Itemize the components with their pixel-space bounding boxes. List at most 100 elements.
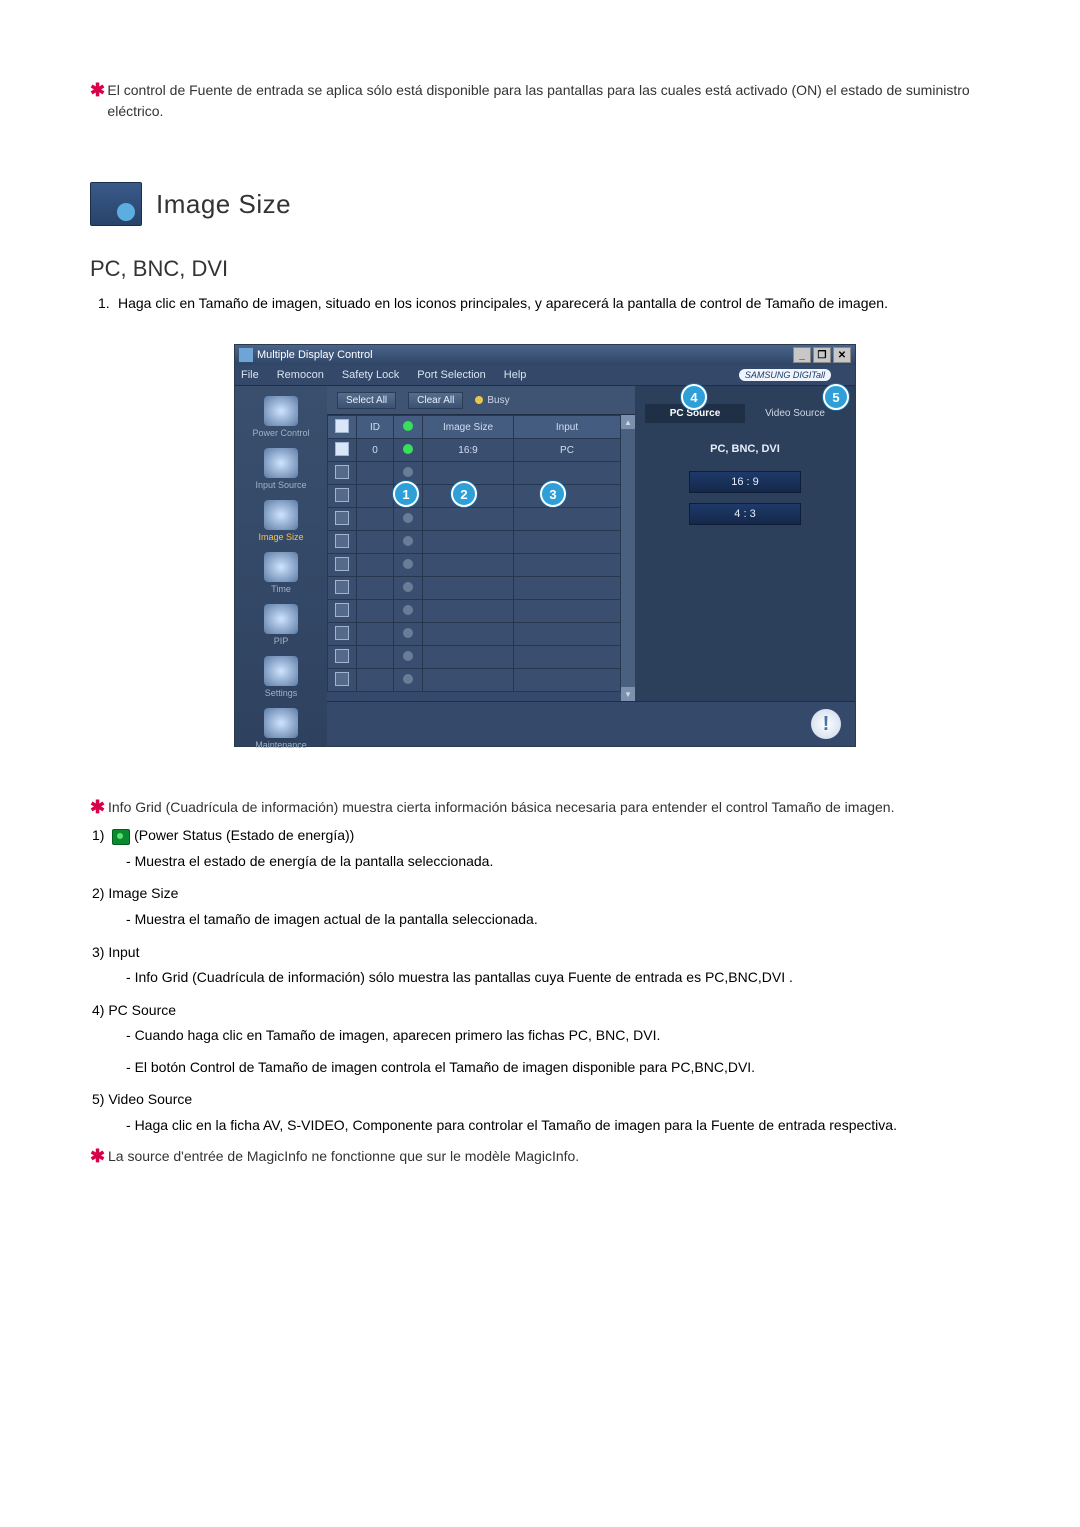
cell-size bbox=[423, 554, 514, 577]
scroll-thumb[interactable] bbox=[621, 429, 635, 687]
section-title: Image Size bbox=[156, 189, 291, 220]
table-row[interactable] bbox=[328, 531, 621, 554]
col-image-size[interactable]: Image Size bbox=[423, 416, 514, 439]
table-row[interactable] bbox=[328, 462, 621, 485]
menu-help[interactable]: Help bbox=[504, 369, 527, 381]
table-row[interactable] bbox=[328, 577, 621, 600]
scroll-down-icon[interactable]: ▼ bbox=[621, 687, 635, 701]
row-checkbox[interactable] bbox=[335, 534, 349, 548]
desc-5-sub: Haga clic en la ficha AV, S-VIDEO, Compo… bbox=[126, 1115, 1000, 1137]
row-checkbox[interactable] bbox=[335, 603, 349, 617]
cell-size bbox=[423, 623, 514, 646]
maximize-button[interactable]: ❐ bbox=[813, 347, 831, 363]
row-checkbox[interactable] bbox=[335, 465, 349, 479]
cell-input bbox=[514, 669, 621, 692]
cell-size bbox=[423, 531, 514, 554]
cell-size bbox=[423, 600, 514, 623]
desc-2-sub: Muestra el tamaño de imagen actual de la… bbox=[126, 909, 1000, 931]
maintenance-icon bbox=[264, 708, 298, 738]
row-led-icon bbox=[403, 444, 413, 454]
toolbar: Select All Clear All Busy bbox=[327, 386, 635, 415]
table-row[interactable] bbox=[328, 508, 621, 531]
sidebar-item-pip[interactable]: PIP bbox=[235, 604, 327, 646]
row-checkbox[interactable] bbox=[335, 672, 349, 686]
header-checkbox[interactable] bbox=[335, 419, 349, 433]
sidebar-item-maintenance[interactable]: Maintenance bbox=[235, 708, 327, 750]
desc-1-sub: Muestra el estado de energía de la panta… bbox=[126, 851, 1000, 873]
clear-all-button[interactable]: Clear All bbox=[408, 392, 463, 409]
menu-port-selection[interactable]: Port Selection bbox=[417, 369, 485, 381]
menu-safety-lock[interactable]: Safety Lock bbox=[342, 369, 399, 381]
row-led-icon bbox=[403, 467, 413, 477]
cell-id bbox=[357, 577, 394, 600]
minimize-button[interactable]: _ bbox=[793, 347, 811, 363]
table-row[interactable] bbox=[328, 646, 621, 669]
brand-label: SAMSUNG DIGITall bbox=[739, 369, 831, 381]
menu-file[interactable]: File bbox=[241, 369, 259, 381]
row-led-icon bbox=[403, 651, 413, 661]
sidebar-item-image-size[interactable]: Image Size bbox=[235, 500, 327, 542]
desc-3-sub: Info Grid (Cuadrícula de información) só… bbox=[126, 967, 1000, 989]
desc-4-sub2: El botón Control de Tamaño de imagen con… bbox=[126, 1057, 1000, 1079]
menu-remocon[interactable]: Remocon bbox=[277, 369, 324, 381]
busy-dot-icon bbox=[475, 396, 483, 404]
row-led-icon bbox=[403, 605, 413, 615]
row-checkbox[interactable] bbox=[335, 488, 349, 502]
menubar: File Remocon Safety Lock Port Selection … bbox=[235, 365, 855, 386]
table-row[interactable] bbox=[328, 669, 621, 692]
desc-1-name: (Power Status (Estado de energía)) bbox=[134, 827, 354, 843]
row-led-icon bbox=[403, 513, 413, 523]
panel-title: PC, BNC, DVI bbox=[645, 443, 845, 455]
desc-1-label: 1) bbox=[92, 827, 104, 843]
row-checkbox[interactable] bbox=[335, 442, 349, 456]
sidebar-item-settings[interactable]: Settings bbox=[235, 656, 327, 698]
table-row[interactable] bbox=[328, 554, 621, 577]
cell-input bbox=[514, 462, 621, 485]
col-input[interactable]: Input bbox=[514, 416, 621, 439]
cell-size bbox=[423, 669, 514, 692]
row-checkbox[interactable] bbox=[335, 580, 349, 594]
table-row[interactable] bbox=[328, 600, 621, 623]
ratio-16-9-button[interactable]: 16 : 9 bbox=[689, 471, 801, 493]
cell-id bbox=[357, 669, 394, 692]
cell-input bbox=[514, 485, 621, 508]
table-row[interactable]: 016:9PC bbox=[328, 439, 621, 462]
close-button[interactable]: ✕ bbox=[833, 347, 851, 363]
grid-scrollbar[interactable]: ▲ ▼ bbox=[621, 415, 635, 701]
col-id[interactable]: ID bbox=[357, 416, 394, 439]
scroll-up-icon[interactable]: ▲ bbox=[621, 415, 635, 429]
select-all-button[interactable]: Select All bbox=[337, 392, 396, 409]
cell-input bbox=[514, 531, 621, 554]
cell-input bbox=[514, 554, 621, 577]
row-checkbox[interactable] bbox=[335, 511, 349, 525]
titlebar[interactable]: Multiple Display Control _ ❐ ✕ bbox=[235, 345, 855, 365]
intro-note: El control de Fuente de entrada se aplic… bbox=[107, 80, 1000, 122]
desc-2-label: 2) Image Size bbox=[92, 882, 1000, 904]
cell-id bbox=[357, 508, 394, 531]
row-led-icon bbox=[403, 582, 413, 592]
sidebar-item-power-control[interactable]: Power Control bbox=[235, 396, 327, 438]
cell-input: PC bbox=[514, 439, 621, 462]
cell-input bbox=[514, 646, 621, 669]
sidebar-item-time[interactable]: Time bbox=[235, 552, 327, 594]
row-checkbox[interactable] bbox=[335, 626, 349, 640]
row-led-icon bbox=[403, 536, 413, 546]
app-icon bbox=[239, 348, 253, 362]
cell-size bbox=[423, 577, 514, 600]
cell-id bbox=[357, 531, 394, 554]
row-checkbox[interactable] bbox=[335, 557, 349, 571]
mdc-window: Multiple Display Control _ ❐ ✕ File Remo… bbox=[234, 344, 856, 747]
input-source-icon bbox=[264, 448, 298, 478]
header-led-icon bbox=[403, 421, 413, 431]
ordered-num: 1. bbox=[98, 292, 118, 314]
table-row[interactable] bbox=[328, 623, 621, 646]
cell-id bbox=[357, 462, 394, 485]
ratio-4-3-button[interactable]: 4 : 3 bbox=[689, 503, 801, 525]
cell-id bbox=[357, 646, 394, 669]
busy-indicator: Busy bbox=[475, 395, 509, 406]
sidebar-item-input-source[interactable]: Input Source bbox=[235, 448, 327, 490]
cell-size bbox=[423, 646, 514, 669]
sidebar: Power Control Input Source Image Size Ti… bbox=[235, 386, 327, 746]
row-checkbox[interactable] bbox=[335, 649, 349, 663]
cell-input bbox=[514, 600, 621, 623]
